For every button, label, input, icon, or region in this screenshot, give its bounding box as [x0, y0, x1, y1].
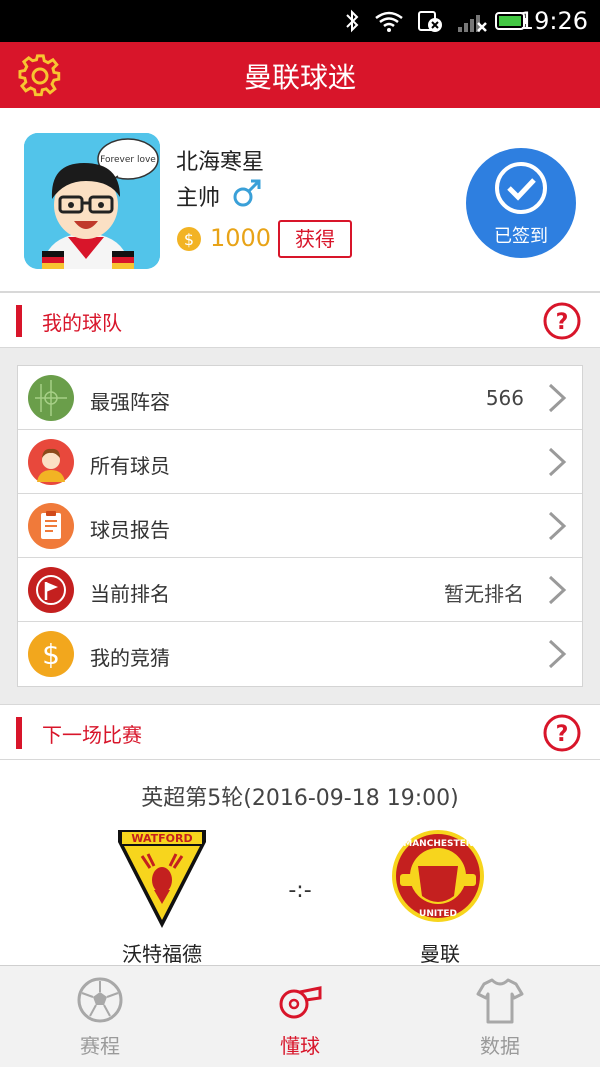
- sim-icon: [418, 11, 442, 32]
- nickname: 北海寒星: [176, 150, 265, 175]
- avatar-illustration: Forever love: [24, 133, 160, 269]
- tab-label: 赛程: [80, 1034, 120, 1058]
- watford-crest-icon: WATFORD: [118, 830, 206, 928]
- my-team-menu: 最强阵容 566 所有球员 球员报告 当前排名 暂无排名 $ 我的竞猜: [17, 365, 583, 687]
- avatar[interactable]: Forever love: [24, 133, 160, 269]
- tab-label: 数据: [480, 1034, 520, 1058]
- help-icon[interactable]: ?: [542, 301, 582, 341]
- status-bar: 19:26: [0, 0, 600, 42]
- menu-item-player-report[interactable]: 球员报告: [18, 494, 582, 558]
- bottom-nav: 赛程 懂球 数据: [0, 965, 600, 1067]
- away-team-name: 曼联: [420, 942, 460, 966]
- checkin-button[interactable]: 已签到: [466, 148, 576, 258]
- home-team-name: 沃特福德: [122, 942, 202, 966]
- tab-label: 懂球: [280, 1034, 320, 1058]
- match-card[interactable]: 英超第5轮(2016-09-18 19:00) WATFORD 沃特福德 -:-…: [0, 760, 600, 966]
- coin-icon: $: [177, 227, 201, 251]
- chevron-right-icon: [548, 639, 567, 669]
- whistle-icon: [279, 986, 322, 1019]
- chevron-right-icon: [548, 511, 567, 541]
- menu-label: 所有球员: [90, 454, 170, 478]
- clock: 19:26: [518, 7, 588, 35]
- home-logo-text: WATFORD: [131, 832, 192, 845]
- svg-text:$: $: [184, 230, 194, 249]
- next-match-header: 下一场比赛 ?: [0, 704, 600, 760]
- next-match-title: 下一场比赛: [42, 723, 142, 747]
- svg-text:?: ?: [556, 310, 569, 335]
- tab-football-talk[interactable]: 懂球: [200, 966, 400, 1067]
- user-role: 主帅: [176, 186, 221, 211]
- flag-icon: [28, 567, 74, 613]
- bluetooth-icon: [346, 9, 359, 33]
- wifi-icon: [375, 11, 403, 32]
- chevron-right-icon: [548, 383, 567, 413]
- tab-schedule[interactable]: 赛程: [0, 966, 200, 1067]
- menu-item-best-lineup[interactable]: 最强阵容 566: [18, 366, 582, 430]
- checkin-label: 已签到: [494, 226, 548, 247]
- match-round: 英超第5轮(2016-09-18 19:00): [141, 786, 459, 811]
- chevron-right-icon: [548, 575, 567, 605]
- get-coins-button[interactable]: 获得: [278, 220, 352, 258]
- manutd-crest-icon: MANCHESTER UNITED: [392, 830, 484, 922]
- male-icon: [233, 179, 261, 207]
- away-logo-text-top: MANCHESTER: [403, 839, 473, 849]
- menu-label: 当前排名: [90, 582, 170, 606]
- away-logo-text-bottom: UNITED: [419, 909, 457, 919]
- menu-value: 566: [485, 386, 524, 410]
- chevron-right-icon: [548, 447, 567, 477]
- svg-text:$: $: [42, 638, 60, 671]
- coin-balance: 1000: [210, 224, 272, 252]
- player-icon: [28, 439, 74, 485]
- help-icon[interactable]: ?: [542, 713, 582, 753]
- check-circle-icon: [495, 162, 547, 214]
- app-header: 曼联球迷: [0, 42, 600, 108]
- football-icon: [77, 977, 123, 1023]
- section-accent: [16, 305, 22, 337]
- avatar-speech-text: Forever love: [100, 155, 156, 165]
- menu-label: 球员报告: [90, 518, 170, 542]
- menu-label: 我的竞猜: [90, 646, 170, 670]
- my-team-header: 我的球队 ?: [0, 292, 600, 348]
- dollar-icon: $: [28, 631, 74, 677]
- menu-item-my-guess[interactable]: $ 我的竞猜: [18, 622, 582, 686]
- profile-card: Forever love 北海寒星 主帅 $ 1000 获得 已签到: [0, 108, 600, 292]
- jersey-icon: [476, 978, 524, 1024]
- my-team-title: 我的球队: [42, 311, 122, 335]
- pitch-icon: [28, 375, 74, 421]
- signal-icon: [458, 15, 487, 32]
- svg-text:?: ?: [556, 722, 569, 747]
- menu-item-all-players[interactable]: 所有球员: [18, 430, 582, 494]
- page-title: 曼联球迷: [243, 61, 356, 94]
- match-score: -:-: [288, 878, 312, 903]
- section-accent: [16, 717, 22, 749]
- menu-value: 暂无排名: [444, 582, 524, 606]
- report-icon: [28, 503, 74, 549]
- tab-data[interactable]: 数据: [400, 966, 600, 1067]
- menu-label: 最强阵容: [90, 390, 170, 414]
- menu-item-current-rank[interactable]: 当前排名 暂无排名: [18, 558, 582, 622]
